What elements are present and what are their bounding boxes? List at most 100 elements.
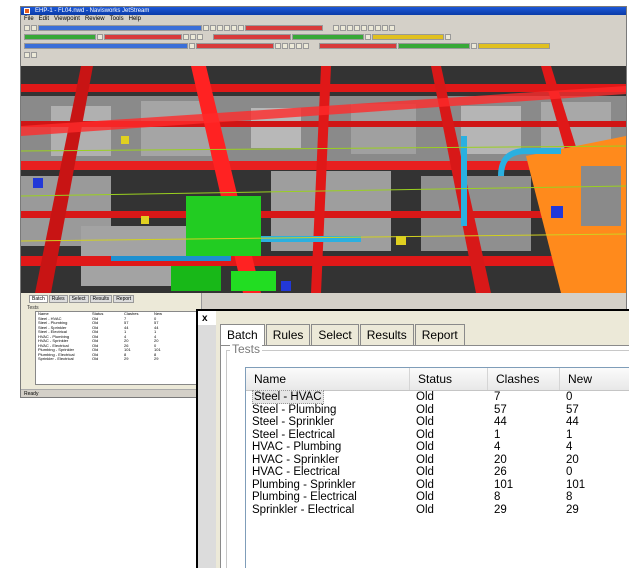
- pan-icon[interactable]: [368, 24, 374, 31]
- text-icon[interactable]: [365, 33, 371, 40]
- menu-review[interactable]: Review: [85, 15, 105, 23]
- tab-report[interactable]: Report: [414, 324, 465, 346]
- tab-results[interactable]: Results: [359, 324, 414, 346]
- table-row[interactable]: Steel - Electrical Old 1 1: [246, 429, 629, 442]
- mini-tab-report[interactable]: Report: [113, 295, 135, 303]
- section-icon[interactable]: [319, 42, 397, 49]
- test-status-text: Old: [416, 453, 434, 466]
- undo-icon[interactable]: [231, 24, 237, 31]
- orbit-icon[interactable]: [375, 24, 381, 31]
- options-icon[interactable]: [31, 51, 37, 58]
- test-status-text: Old: [416, 416, 434, 428]
- clash-icon[interactable]: [245, 24, 323, 31]
- copy-icon[interactable]: [217, 24, 223, 31]
- test-status: Old: [410, 491, 488, 504]
- presenter-icon[interactable]: [478, 42, 550, 49]
- mini-tab-rules[interactable]: Rules: [48, 295, 68, 303]
- column-header-new[interactable]: New: [560, 368, 629, 390]
- test-clashes-text: 20: [494, 453, 507, 466]
- measure-icon[interactable]: [292, 33, 364, 40]
- test-name: Plumbing - Sprinkler: [246, 479, 410, 492]
- tab-select[interactable]: Select: [311, 324, 359, 346]
- test-new: 29: [560, 504, 629, 517]
- test-name: Sprinkler - Electrical: [246, 504, 410, 517]
- redo-icon[interactable]: [238, 24, 244, 31]
- select-none-icon[interactable]: [282, 42, 288, 49]
- print-icon[interactable]: [203, 24, 209, 31]
- menu-help[interactable]: Help: [129, 15, 141, 23]
- table-row[interactable]: HVAC - Electrical Old 26 0: [246, 466, 629, 479]
- test-new-text: 1: [566, 428, 573, 441]
- mini-tab-select[interactable]: Select: [68, 295, 89, 303]
- cut-icon[interactable]: [210, 24, 216, 31]
- test-name-text: Sprinkler - Electrical: [252, 503, 355, 516]
- table-row[interactable]: Plumbing - Electrical Old 8 8: [246, 491, 629, 504]
- table-row[interactable]: Steel - Sprinkler Old 44 44: [246, 416, 629, 429]
- 3d-viewport[interactable]: [21, 66, 626, 293]
- required-icon[interactable]: [196, 42, 274, 49]
- test-status: Old: [410, 416, 488, 429]
- play-icon[interactable]: [24, 33, 96, 40]
- forward-icon[interactable]: [197, 33, 203, 40]
- column-header-name[interactable]: Name: [246, 368, 410, 390]
- hide-icon[interactable]: [24, 42, 188, 49]
- menu-viewpoint[interactable]: Viewpoint: [54, 15, 80, 23]
- test-new: 8: [560, 491, 629, 504]
- table-row[interactable]: Sprinkler - Electrical Old 29 29: [246, 504, 629, 517]
- mini-table-row[interactable]: Sprinkler - Electrical Old 29 29: [36, 356, 196, 362]
- table-row[interactable]: HVAC - Plumbing Old 4 4: [246, 441, 629, 454]
- timeliner-icon[interactable]: [471, 42, 477, 49]
- record-icon[interactable]: [104, 33, 182, 40]
- lighting-icon[interactable]: [296, 42, 302, 49]
- tests-list[interactable]: Name Status Clashes New Steel - HVAC Old 7…: [245, 367, 629, 568]
- rewind-icon[interactable]: [190, 33, 196, 40]
- table-row[interactable]: Steel - Plumbing Old 57 57: [246, 404, 629, 417]
- stop-icon[interactable]: [97, 33, 103, 40]
- zoom-icon[interactable]: [354, 24, 360, 31]
- redline-icon[interactable]: [213, 33, 291, 40]
- test-name: HVAC - Sprinkler: [246, 454, 410, 467]
- mini-cell: Sprinkler - Electrical: [38, 356, 74, 361]
- walk-icon[interactable]: [340, 24, 346, 31]
- tag-icon[interactable]: [372, 33, 444, 40]
- clash-detective-panel: x Batch Rules Select Results Report Test…: [196, 309, 629, 568]
- menu-tools[interactable]: Tools: [110, 15, 124, 23]
- table-row[interactable]: HVAC - Sprinkler Old 20 20: [246, 454, 629, 467]
- test-new: 101: [560, 479, 629, 492]
- open-file-icon[interactable]: [31, 24, 37, 31]
- render-icon[interactable]: [303, 42, 309, 49]
- test-name-text: Steel - Electrical: [252, 428, 336, 441]
- appearance-icon[interactable]: [398, 42, 470, 49]
- menu-file[interactable]: File: [24, 15, 34, 23]
- test-new: 57: [560, 404, 629, 417]
- test-clashes: 44: [488, 416, 560, 429]
- new-file-icon[interactable]: [24, 24, 30, 31]
- save-icon[interactable]: [38, 24, 202, 31]
- zoom-box-icon[interactable]: [361, 24, 367, 31]
- select-icon[interactable]: [333, 24, 339, 31]
- frame-icon[interactable]: [183, 33, 189, 40]
- select-all-icon[interactable]: [275, 42, 281, 49]
- look-icon[interactable]: [347, 24, 353, 31]
- unhide-icon[interactable]: [189, 42, 195, 49]
- settings-icon[interactable]: [24, 51, 30, 58]
- column-header-clashes[interactable]: Clashes: [488, 368, 560, 390]
- invert-icon[interactable]: [289, 42, 295, 49]
- table-row[interactable]: Plumbing - Sprinkler Old 101 101: [246, 479, 629, 492]
- table-row[interactable]: Steel - HVAC Old 7 0: [246, 390, 629, 404]
- mini-tab-batch[interactable]: Batch: [29, 295, 48, 303]
- mini-tab-results[interactable]: Results: [89, 295, 113, 303]
- examine-icon[interactable]: [382, 24, 388, 31]
- test-status: Old: [410, 404, 488, 417]
- test-new: 0: [560, 391, 629, 404]
- menu-edit[interactable]: Edit: [39, 15, 49, 23]
- paste-icon[interactable]: [224, 24, 230, 31]
- tab-rules[interactable]: Rules: [265, 324, 311, 346]
- comment-icon[interactable]: [445, 33, 451, 40]
- close-icon[interactable]: x: [202, 313, 208, 324]
- fly-icon[interactable]: [389, 24, 395, 31]
- menu-bar: File Edit Viewpoint Review Tools Help: [21, 15, 626, 23]
- test-clashes-text: 4: [494, 441, 501, 453]
- column-header-status[interactable]: Status: [410, 368, 488, 390]
- test-new-text: 57: [566, 403, 579, 416]
